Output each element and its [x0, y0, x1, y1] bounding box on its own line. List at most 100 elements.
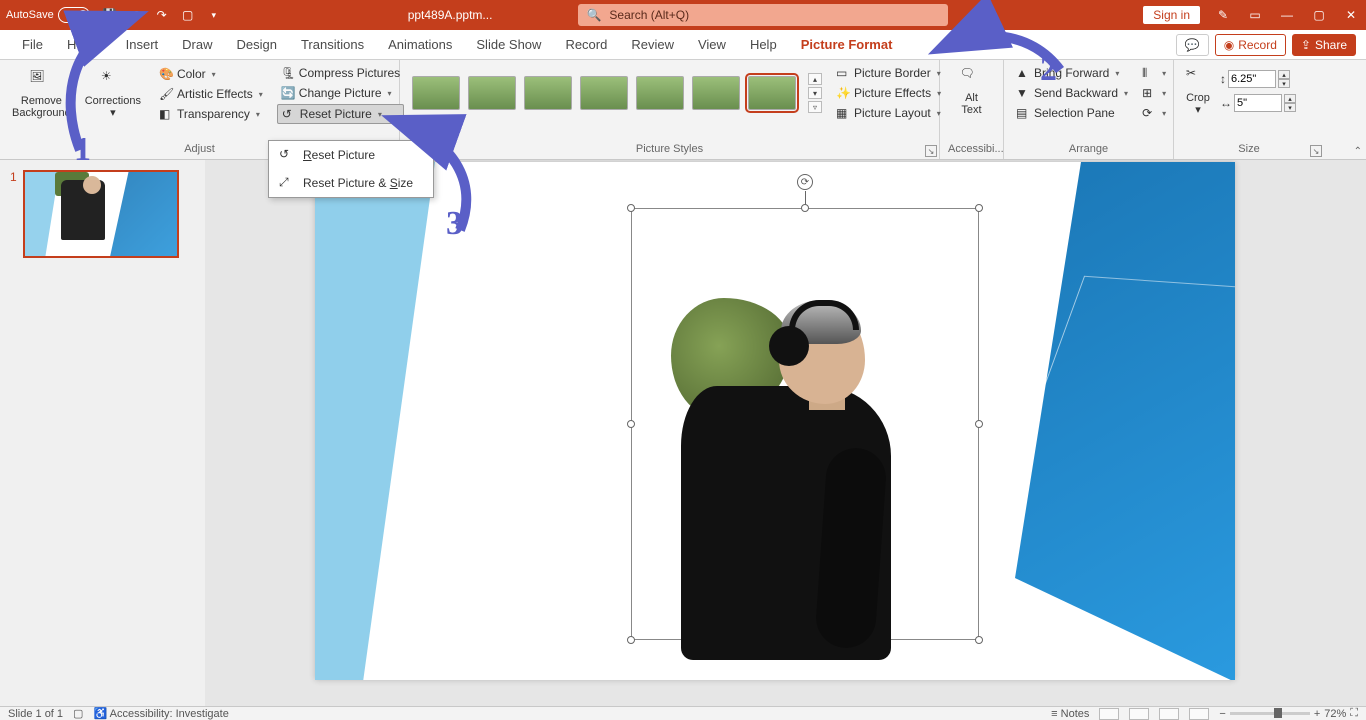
- picture-styles-gallery[interactable]: ▴ ▾ ▿: [408, 69, 826, 117]
- tab-animations[interactable]: Animations: [376, 31, 464, 58]
- zoom-slider[interactable]: [1230, 712, 1310, 715]
- menu-reset-picture[interactable]: ↺ Reset Picture: [269, 141, 433, 169]
- gallery-down-icon[interactable]: ▾: [808, 87, 822, 99]
- menu-reset-picture-size[interactable]: ⤢ Reset Picture & Size: [269, 169, 433, 197]
- reset-picture-button[interactable]: ↺Reset Picture: [277, 104, 404, 124]
- style-thumb[interactable]: [524, 76, 572, 110]
- accessibility-status[interactable]: ♿ Accessibility: Investigate: [93, 707, 228, 720]
- resize-handle[interactable]: [627, 420, 635, 428]
- compress-pictures-button[interactable]: 🗜Compress Pictures: [277, 64, 404, 82]
- gallery-up-icon[interactable]: ▴: [808, 73, 822, 85]
- spin-up-icon[interactable]: ▴: [1284, 94, 1296, 103]
- tab-review[interactable]: Review: [619, 31, 686, 58]
- slide-thumbnail[interactable]: [23, 170, 179, 258]
- resize-handle[interactable]: [975, 204, 983, 212]
- width-field[interactable]: [1234, 94, 1282, 112]
- style-thumb[interactable]: [468, 76, 516, 110]
- styles-launcher-icon[interactable]: ↘: [925, 145, 937, 157]
- tab-slideshow[interactable]: Slide Show: [464, 31, 553, 58]
- spin-up-icon[interactable]: ▴: [1278, 70, 1290, 79]
- slide-thumbnail-pane[interactable]: 1: [0, 160, 205, 706]
- share-button[interactable]: ⇪ Share: [1292, 34, 1356, 56]
- resize-handle[interactable]: [627, 636, 635, 644]
- tab-view[interactable]: View: [686, 31, 738, 58]
- resize-handle[interactable]: [975, 420, 983, 428]
- reading-view-icon[interactable]: [1159, 708, 1179, 720]
- change-picture-button[interactable]: 🔄Change Picture: [277, 84, 404, 102]
- resize-handle[interactable]: [801, 204, 809, 212]
- spin-down-icon[interactable]: ▾: [1284, 103, 1296, 112]
- search-input[interactable]: 🔍 Search (Alt+Q): [578, 4, 948, 26]
- record-button[interactable]: ◉Record: [1215, 34, 1286, 56]
- zoom-in-icon[interactable]: +: [1314, 708, 1320, 720]
- zoom-value[interactable]: 72%: [1324, 708, 1346, 720]
- slide-counter[interactable]: Slide 1 of 1: [8, 708, 63, 720]
- style-thumb[interactable]: [412, 76, 460, 110]
- resize-handle[interactable]: [975, 636, 983, 644]
- zoom-control[interactable]: − + 72% ⛶: [1219, 707, 1358, 720]
- fit-slide-icon[interactable]: ⛶: [1350, 707, 1358, 720]
- zoom-out-icon[interactable]: −: [1219, 708, 1225, 720]
- slide-canvas[interactable]: ⟳: [315, 162, 1235, 680]
- display-options-icon[interactable]: ▭: [1246, 6, 1264, 24]
- width-input[interactable]: ↔ ▴▾: [1220, 94, 1296, 112]
- gallery-more-icon[interactable]: ▿: [808, 101, 822, 113]
- tab-picture-format[interactable]: Picture Format: [789, 31, 905, 58]
- style-thumb[interactable]: [636, 76, 684, 110]
- style-thumb[interactable]: [580, 76, 628, 110]
- align-button[interactable]: ⫴: [1138, 64, 1170, 82]
- undo-icon[interactable]: ↶: [128, 7, 144, 23]
- selection-pane-button[interactable]: ▤Selection Pane: [1012, 104, 1132, 122]
- rotate-button[interactable]: ⟳: [1138, 104, 1170, 122]
- style-thumb[interactable]: [692, 76, 740, 110]
- minimize-icon[interactable]: —: [1278, 6, 1296, 24]
- present-icon[interactable]: ▢: [180, 7, 196, 23]
- tab-file[interactable]: File: [10, 31, 55, 58]
- size-launcher-icon[interactable]: ↘: [1310, 145, 1322, 157]
- slide-editor[interactable]: ⟳: [205, 160, 1366, 706]
- picture-effects-button[interactable]: ✨Picture Effects: [832, 84, 945, 102]
- tab-home[interactable]: Home: [55, 31, 114, 58]
- tab-record[interactable]: Record: [553, 31, 619, 58]
- tab-insert[interactable]: Insert: [114, 31, 171, 58]
- corrections-button[interactable]: ☀ Corrections▾: [81, 67, 145, 121]
- style-thumb-selected[interactable]: [748, 76, 796, 110]
- coming-soon-icon[interactable]: ✎: [1214, 6, 1232, 24]
- close-icon[interactable]: ✕: [1342, 6, 1360, 24]
- tab-draw[interactable]: Draw: [170, 31, 224, 58]
- language-icon[interactable]: ▢: [73, 707, 83, 720]
- transparency-button[interactable]: ◧Transparency: [155, 105, 267, 123]
- autosave-toggle[interactable]: AutoSave Off: [6, 7, 90, 23]
- rotate-handle-icon[interactable]: ⟳: [797, 174, 813, 190]
- remove-background-button[interactable]: 🖼 RemoveBackground: [8, 67, 75, 121]
- notes-button[interactable]: ≡ Notes: [1051, 708, 1089, 720]
- save-icon[interactable]: 💾: [102, 7, 118, 23]
- crop-button[interactable]: ✂ Crop▾: [1182, 64, 1214, 118]
- height-input[interactable]: ↕ ▴▾: [1220, 70, 1296, 88]
- document-title[interactable]: ppt489A.pptm...: [408, 8, 493, 22]
- resize-handle[interactable]: [627, 204, 635, 212]
- picture-layout-button[interactable]: ▦Picture Layout: [832, 104, 945, 122]
- send-backward-button[interactable]: ▼Send Backward: [1012, 84, 1132, 102]
- group-objects-button[interactable]: ⊞: [1138, 84, 1170, 102]
- selected-picture[interactable]: ⟳: [631, 208, 979, 640]
- tab-design[interactable]: Design: [225, 31, 289, 58]
- color-button[interactable]: 🎨Color: [155, 65, 267, 83]
- redo-icon[interactable]: ↷: [154, 7, 170, 23]
- artistic-effects-button[interactable]: 🖌Artistic Effects: [155, 85, 267, 103]
- maximize-icon[interactable]: ▢: [1310, 6, 1328, 24]
- height-field[interactable]: [1228, 70, 1276, 88]
- customize-qat-icon[interactable]: ▾: [206, 7, 222, 23]
- tab-help[interactable]: Help: [738, 31, 789, 58]
- comments-button[interactable]: 💬: [1176, 34, 1209, 56]
- signin-button[interactable]: Sign in: [1143, 6, 1200, 24]
- tab-transitions[interactable]: Transitions: [289, 31, 376, 58]
- spin-down-icon[interactable]: ▾: [1278, 79, 1290, 88]
- alt-text-button[interactable]: 🗨 AltText: [948, 64, 995, 118]
- sorter-view-icon[interactable]: [1129, 708, 1149, 720]
- picture-border-button[interactable]: ▭Picture Border: [832, 64, 945, 82]
- bring-forward-button[interactable]: ▲Bring Forward: [1012, 64, 1132, 82]
- normal-view-icon[interactable]: [1099, 708, 1119, 720]
- collapse-ribbon-icon[interactable]: ⌃: [1354, 146, 1362, 157]
- slideshow-view-icon[interactable]: [1189, 708, 1209, 720]
